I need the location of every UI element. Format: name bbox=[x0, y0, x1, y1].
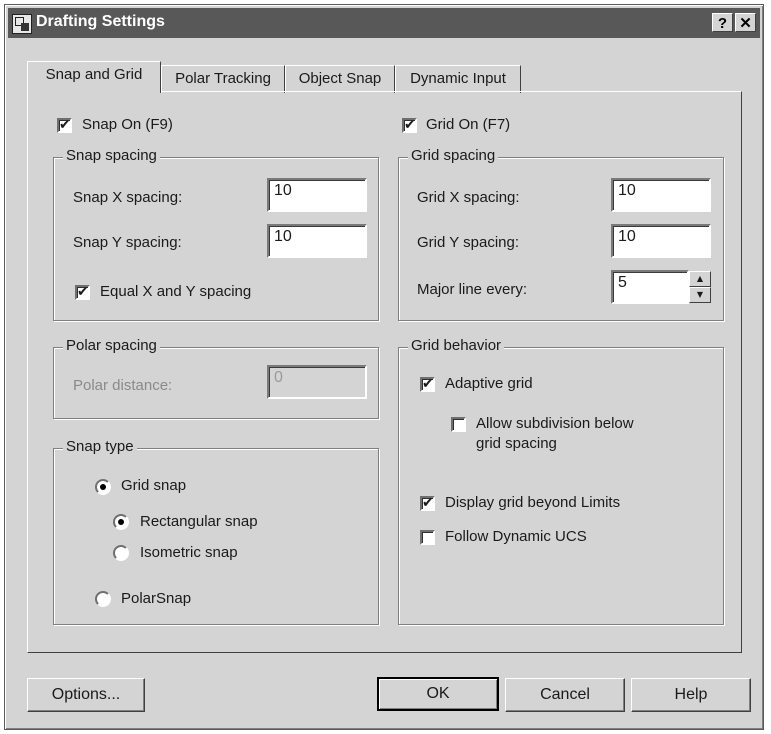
display-beyond-limits-label[interactable]: Display grid beyond Limits bbox=[445, 494, 620, 511]
grid-x-label: Grid X spacing: bbox=[417, 189, 520, 206]
grid-y-spacing-input[interactable]: 10 bbox=[611, 224, 711, 258]
follow-dynamic-ucs-label[interactable]: Follow Dynamic UCS bbox=[445, 528, 587, 545]
polar-spacing-legend: Polar spacing bbox=[63, 337, 160, 354]
spin-down-icon[interactable]: ▼ bbox=[689, 287, 711, 303]
snap-x-label: Snap X spacing: bbox=[73, 189, 183, 206]
snap-spacing-legend: Snap spacing bbox=[63, 147, 160, 164]
grid-on-checkbox[interactable]: ✔ bbox=[402, 118, 417, 133]
polarsnap-radio[interactable] bbox=[95, 591, 111, 607]
adaptive-grid-label[interactable]: Adaptive grid bbox=[445, 375, 533, 392]
help-button[interactable]: ? bbox=[712, 13, 733, 32]
snap-on-checkbox[interactable]: ✔ bbox=[57, 118, 72, 133]
isometric-snap-label[interactable]: Isometric snap bbox=[140, 544, 238, 561]
tab-polar-tracking[interactable]: Polar Tracking bbox=[161, 65, 285, 93]
allow-subdivision-label[interactable]: Allow subdivision below bbox=[476, 415, 634, 432]
polar-distance-label: Polar distance: bbox=[73, 377, 173, 394]
spin-up-icon[interactable]: ▲ bbox=[689, 271, 711, 287]
snap-y-spacing-input[interactable]: 10 bbox=[267, 224, 367, 258]
allow-subdivision-label-line2[interactable]: grid spacing bbox=[476, 435, 557, 452]
major-line-spinner[interactable]: ▲ ▼ bbox=[689, 271, 711, 303]
title-bar[interactable]: Drafting Settings ? ✕ bbox=[8, 8, 760, 38]
grid-snap-label[interactable]: Grid snap bbox=[121, 477, 186, 494]
snap-on-label[interactable]: Snap On (F9) bbox=[82, 116, 173, 133]
isometric-snap-radio[interactable] bbox=[113, 545, 129, 561]
tab-snap-and-grid[interactable]: Snap and Grid bbox=[27, 61, 161, 93]
snap-x-spacing-input[interactable]: 10 bbox=[267, 178, 367, 212]
window-title: Drafting Settings bbox=[36, 13, 165, 30]
follow-dynamic-ucs-checkbox[interactable] bbox=[420, 530, 435, 545]
major-line-label: Major line every: bbox=[417, 281, 528, 298]
grid-snap-radio[interactable] bbox=[95, 479, 111, 495]
polar-distance-input: 0 bbox=[267, 365, 367, 399]
grid-y-label: Grid Y spacing: bbox=[417, 234, 520, 251]
equal-spacing-label[interactable]: Equal X and Y spacing bbox=[100, 283, 251, 300]
grid-behavior-legend: Grid behavior bbox=[408, 337, 505, 354]
display-beyond-limits-checkbox[interactable]: ✔ bbox=[420, 496, 435, 511]
adaptive-grid-checkbox[interactable]: ✔ bbox=[420, 377, 435, 392]
help-dialog-button[interactable]: Help bbox=[631, 678, 751, 712]
major-line-input[interactable]: 5 bbox=[611, 270, 689, 304]
tab-object-snap[interactable]: Object Snap bbox=[285, 65, 395, 93]
grid-spacing-legend: Grid spacing bbox=[408, 147, 499, 164]
equal-spacing-checkbox[interactable]: ✔ bbox=[75, 285, 90, 300]
grid-x-spacing-input[interactable]: 10 bbox=[611, 178, 711, 212]
rectangular-snap-radio[interactable] bbox=[113, 514, 129, 530]
grid-on-label[interactable]: Grid On (F7) bbox=[426, 116, 510, 133]
tab-dynamic-input[interactable]: Dynamic Input bbox=[395, 65, 521, 93]
close-icon[interactable]: ✕ bbox=[735, 13, 756, 32]
snap-y-label: Snap Y spacing: bbox=[73, 234, 182, 251]
snap-type-legend: Snap type bbox=[63, 438, 137, 455]
ok-button[interactable]: OK bbox=[377, 677, 499, 711]
drafting-settings-dialog: Drafting Settings ? ✕ Snap and Grid Pola… bbox=[4, 4, 764, 730]
app-icon bbox=[12, 14, 32, 34]
cancel-button[interactable]: Cancel bbox=[505, 678, 625, 712]
polarsnap-label[interactable]: PolarSnap bbox=[121, 590, 191, 607]
rectangular-snap-label[interactable]: Rectangular snap bbox=[140, 513, 258, 530]
options-button[interactable]: Options... bbox=[27, 678, 145, 712]
allow-subdivision-checkbox[interactable] bbox=[451, 417, 466, 432]
